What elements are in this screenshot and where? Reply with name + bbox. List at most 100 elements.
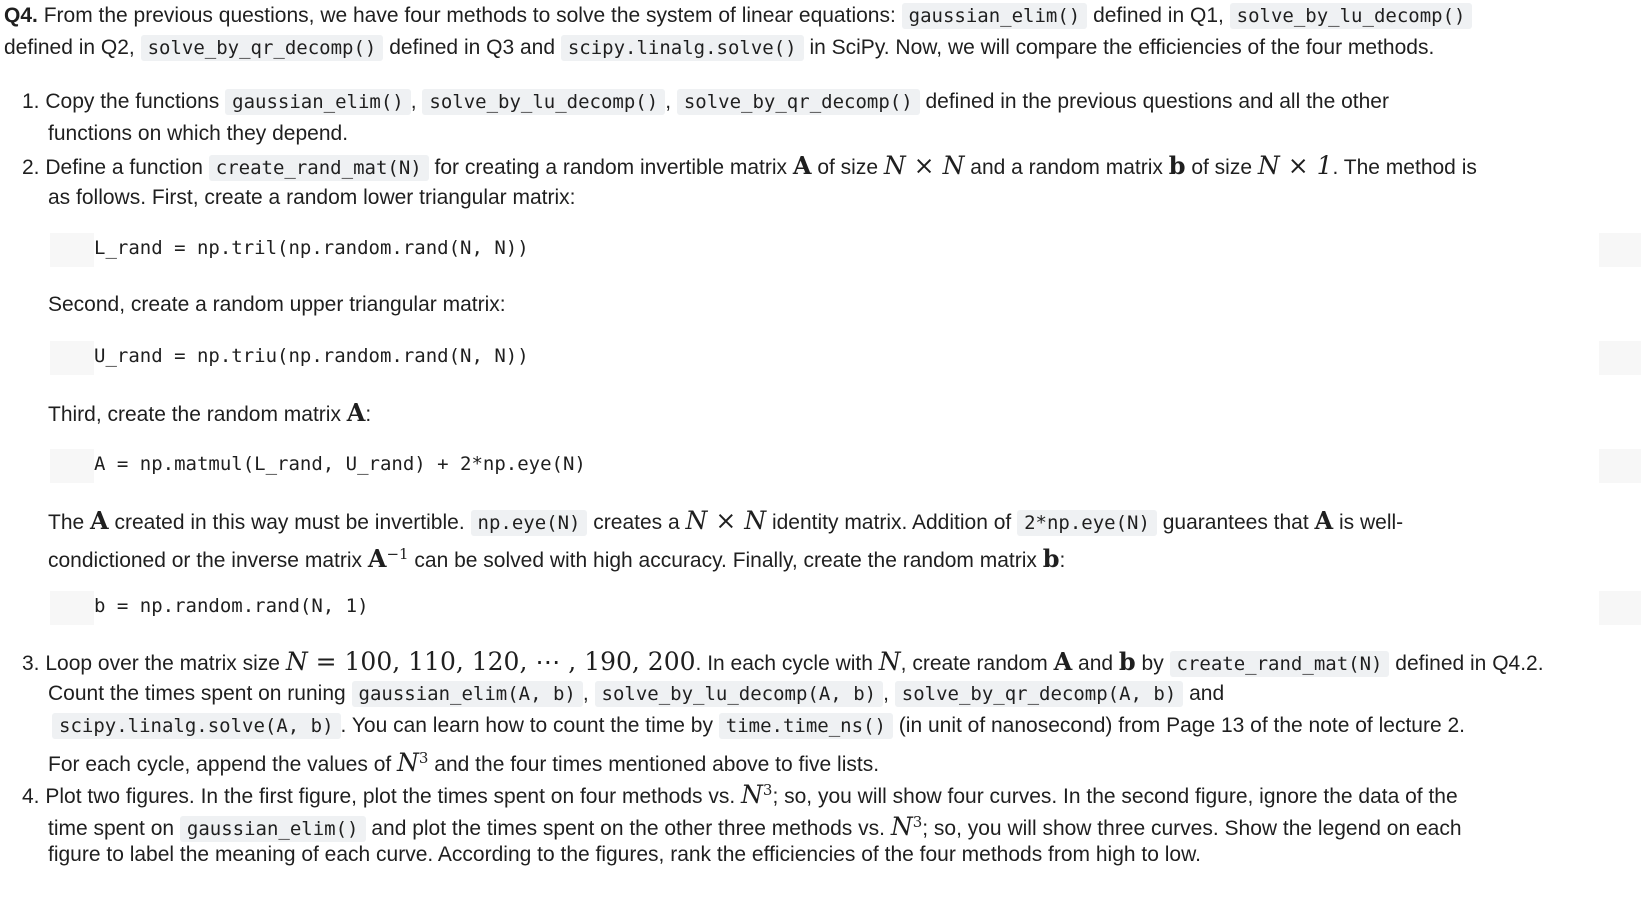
inline-code: solve_by_lu_decomp()	[1229, 3, 1473, 29]
math-N: N	[878, 647, 901, 676]
text: . The method is	[1332, 156, 1477, 179]
list-item-3: 3. Loop over the matrix size N = 100, 11…	[22, 646, 1544, 680]
inline-code: scipy.linalg.solve()	[560, 35, 804, 61]
text: For each cycle, append the values of	[48, 753, 398, 776]
text: can be solved with high accuracy. Finall…	[408, 549, 1043, 572]
text: ,	[582, 682, 595, 705]
text: condictioned or the inverse matrix	[48, 549, 368, 572]
code-scroll-edge	[1599, 449, 1641, 483]
list-item-3-line-3: scipy.linalg.solve(A, b). You can learn …	[52, 710, 1465, 742]
math-A: A	[1053, 647, 1073, 676]
code-block-l-rand: L_rand = np.tril(np.random.rand(N, N))	[50, 233, 1641, 267]
list-number: 3.	[22, 652, 40, 675]
math-A: A	[90, 506, 109, 535]
math-NxN: N × N	[685, 506, 767, 535]
text: From the previous questions, we have fou…	[37, 4, 902, 27]
text: Count the times spent on runing	[48, 682, 352, 705]
inline-code: solve_by_lu_decomp(A, b)	[594, 681, 884, 707]
text: ,	[883, 682, 895, 705]
text: :	[365, 403, 372, 426]
list-item-1-line-2: functions on which they depend.	[48, 118, 348, 150]
text: (in unit of nanosecond) from Page 13 of …	[892, 714, 1465, 737]
text: identity matrix. Addition of	[766, 511, 1018, 534]
inline-code: create_rand_mat(N)	[1169, 651, 1390, 677]
text: defined in the previous questions and al…	[919, 90, 1389, 113]
text: , create random	[900, 652, 1054, 675]
text: and	[1072, 652, 1119, 675]
list-item-1: 1. Copy the functions gaussian_elim(), s…	[22, 86, 1389, 118]
text: defined in Q3 and	[383, 36, 561, 59]
math-N: N	[285, 647, 308, 676]
code-text: L_rand = np.tril(np.random.rand(N, N))	[94, 237, 529, 259]
inline-code: scipy.linalg.solve(A, b)	[52, 713, 341, 739]
text: Plot two figures. In the first figure, p…	[45, 785, 742, 808]
code-block-u-rand: U_rand = np.triu(np.random.rand(N, N))	[50, 341, 1641, 375]
list-number: 2.	[22, 156, 40, 179]
invertible-paragraph-line-2: condictioned or the inverse matrix A−1 c…	[48, 538, 1065, 577]
text: defined in Q4.2.	[1389, 652, 1544, 675]
text: and the four times mentioned above to fi…	[428, 753, 880, 776]
question-label: Q4.	[4, 4, 38, 27]
text: of size	[811, 156, 884, 179]
code-gutter	[50, 591, 94, 625]
text: :	[1059, 549, 1066, 572]
code-text: b = np.random.rand(N, 1)	[94, 595, 369, 617]
inline-code: solve_by_qr_decomp(A, b)	[894, 681, 1184, 707]
code-scroll-edge	[1599, 341, 1641, 375]
math-b: b	[1118, 647, 1136, 676]
text: ,	[410, 90, 423, 113]
code-gutter	[50, 449, 94, 483]
text: Third, create the random matrix	[48, 403, 347, 426]
inline-code: solve_by_qr_decomp()	[676, 89, 920, 115]
text: ,	[665, 90, 677, 113]
text: and plot the times spent on the other th…	[365, 817, 891, 840]
text: as follows. First, create a random lower…	[48, 186, 576, 209]
text: guarantees that	[1156, 511, 1315, 534]
text: defined in Q2,	[4, 36, 141, 59]
text: and a random matrix	[964, 156, 1169, 179]
text: figure to label the meaning of each curv…	[48, 843, 1201, 866]
text: by	[1135, 652, 1170, 675]
text: Copy the functions	[45, 90, 226, 113]
inline-code: 2*np.eye(N)	[1017, 510, 1157, 536]
second-step-text: Second, create a random upper triangular…	[48, 289, 506, 321]
math-Nx1: N × 1	[1257, 151, 1333, 180]
inline-code: solve_by_qr_decomp()	[140, 35, 384, 61]
math-A: A	[346, 398, 366, 427]
math-N: N	[741, 780, 763, 809]
math-A: A	[792, 151, 812, 180]
code-gutter	[50, 233, 94, 267]
text: and	[1183, 682, 1225, 705]
math-superscript: −1	[386, 545, 409, 563]
inline-code: gaussian_elim()	[901, 3, 1088, 29]
math-N: N	[397, 748, 419, 777]
math-superscript: 3	[912, 813, 923, 831]
code-scroll-edge	[1599, 591, 1641, 625]
text: Second, create a random upper triangular…	[48, 293, 506, 316]
text: functions on which they depend.	[48, 122, 349, 145]
text: time spent on	[48, 817, 180, 840]
math-A: A	[1314, 506, 1334, 535]
text: for creating a random invertible matrix	[428, 156, 793, 179]
code-block-b: b = np.random.rand(N, 1)	[50, 591, 1641, 625]
text: Define a function	[45, 156, 209, 179]
code-text: U_rand = np.triu(np.random.rand(N, N))	[94, 345, 529, 367]
intro-line-1: Q4. From the previous questions, we have…	[4, 0, 1473, 32]
code-text: A = np.matmul(L_rand, U_rand) + 2*np.eye…	[94, 453, 586, 475]
code-scroll-edge	[1599, 233, 1641, 267]
math-b: b	[1042, 544, 1060, 573]
text: ; so, you will show three curves. Show t…	[922, 817, 1462, 840]
inline-code: solve_by_lu_decomp()	[422, 89, 666, 115]
third-step-text: Third, create the random matrix A:	[48, 397, 371, 431]
text: The	[48, 511, 91, 534]
code-gutter	[50, 341, 94, 375]
text: in SciPy. Now, we will compare the effic…	[803, 36, 1435, 59]
math-range: = 100, 110, 120, ⋯ , 190, 200	[307, 647, 696, 676]
list-item-2-line-2: as follows. First, create a random lower…	[48, 182, 576, 214]
text: of size	[1185, 156, 1258, 179]
text: creates a	[587, 511, 686, 534]
math-NxN: N × N	[883, 151, 965, 180]
inline-code: create_rand_mat(N)	[208, 155, 429, 181]
text: defined in Q1,	[1087, 4, 1230, 27]
text: . In each cycle with	[695, 652, 879, 675]
